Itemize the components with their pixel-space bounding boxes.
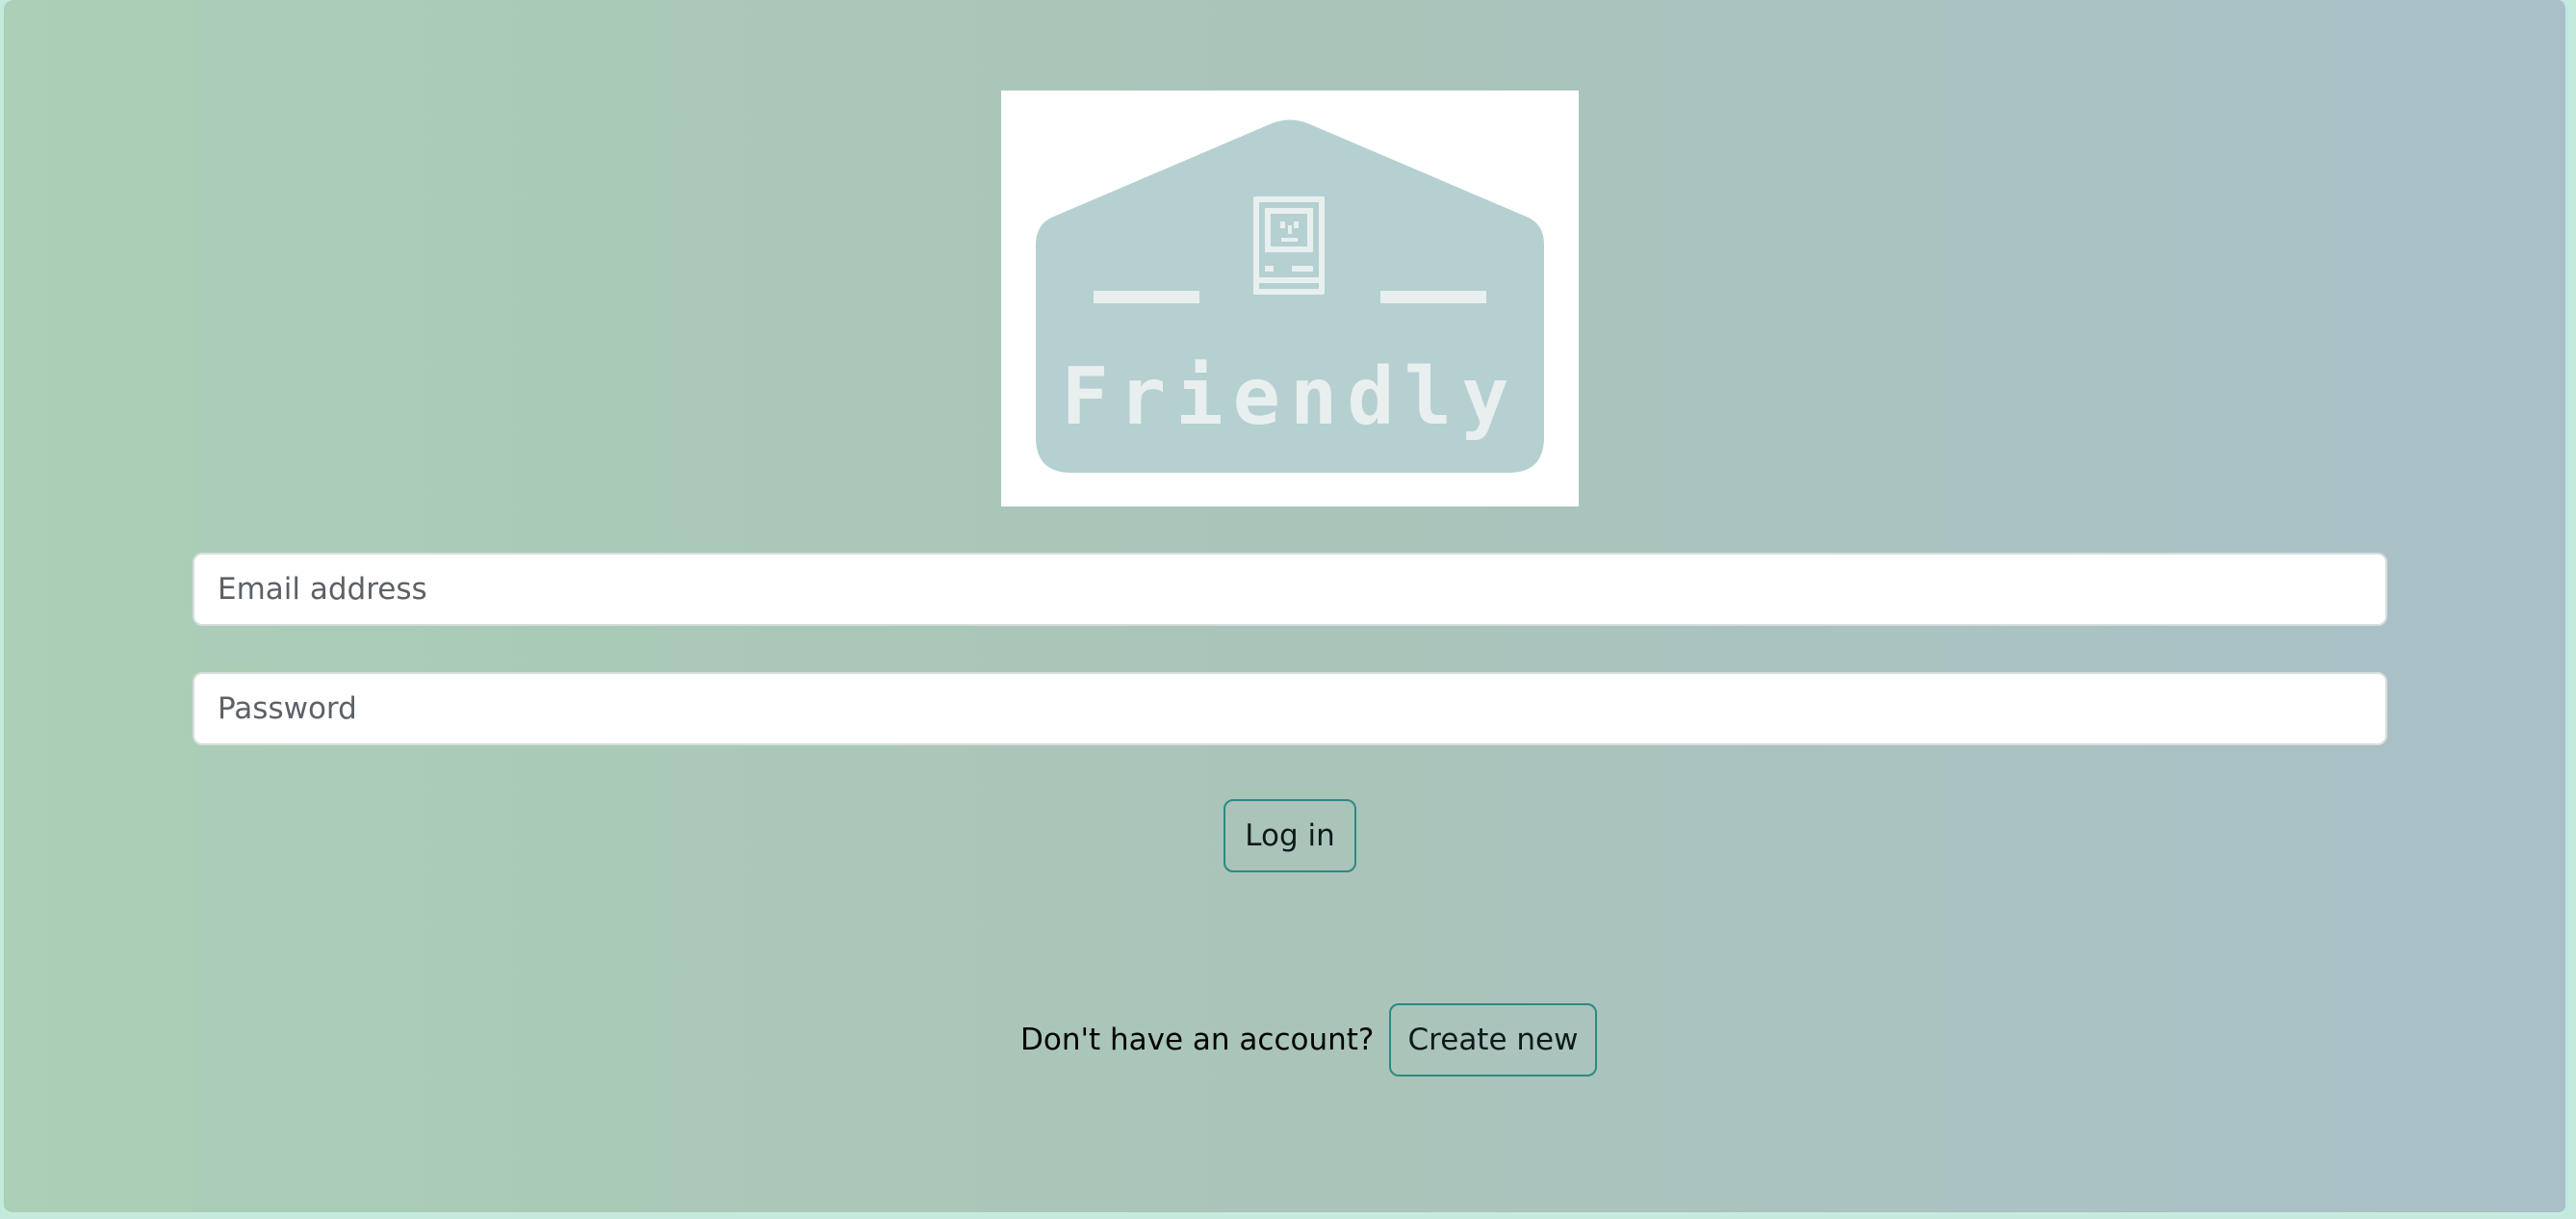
email-field[interactable] xyxy=(193,553,2387,626)
password-field[interactable] xyxy=(193,672,2387,745)
no-account-text: Don't have an account? xyxy=(1020,1023,1375,1057)
logo-right-line xyxy=(1380,291,1486,303)
login-button[interactable]: Log in xyxy=(1224,799,1356,872)
logo-left-line xyxy=(1094,291,1199,303)
create-account-button[interactable]: Create new xyxy=(1389,1003,1597,1076)
logo-text: Friendly xyxy=(1062,351,1519,443)
app-logo: Friendly xyxy=(1001,91,1579,506)
friendly-logo-graphic: Friendly xyxy=(1036,119,1544,473)
login-page: Friendly Log in Don't have an account? C… xyxy=(4,0,2568,1215)
